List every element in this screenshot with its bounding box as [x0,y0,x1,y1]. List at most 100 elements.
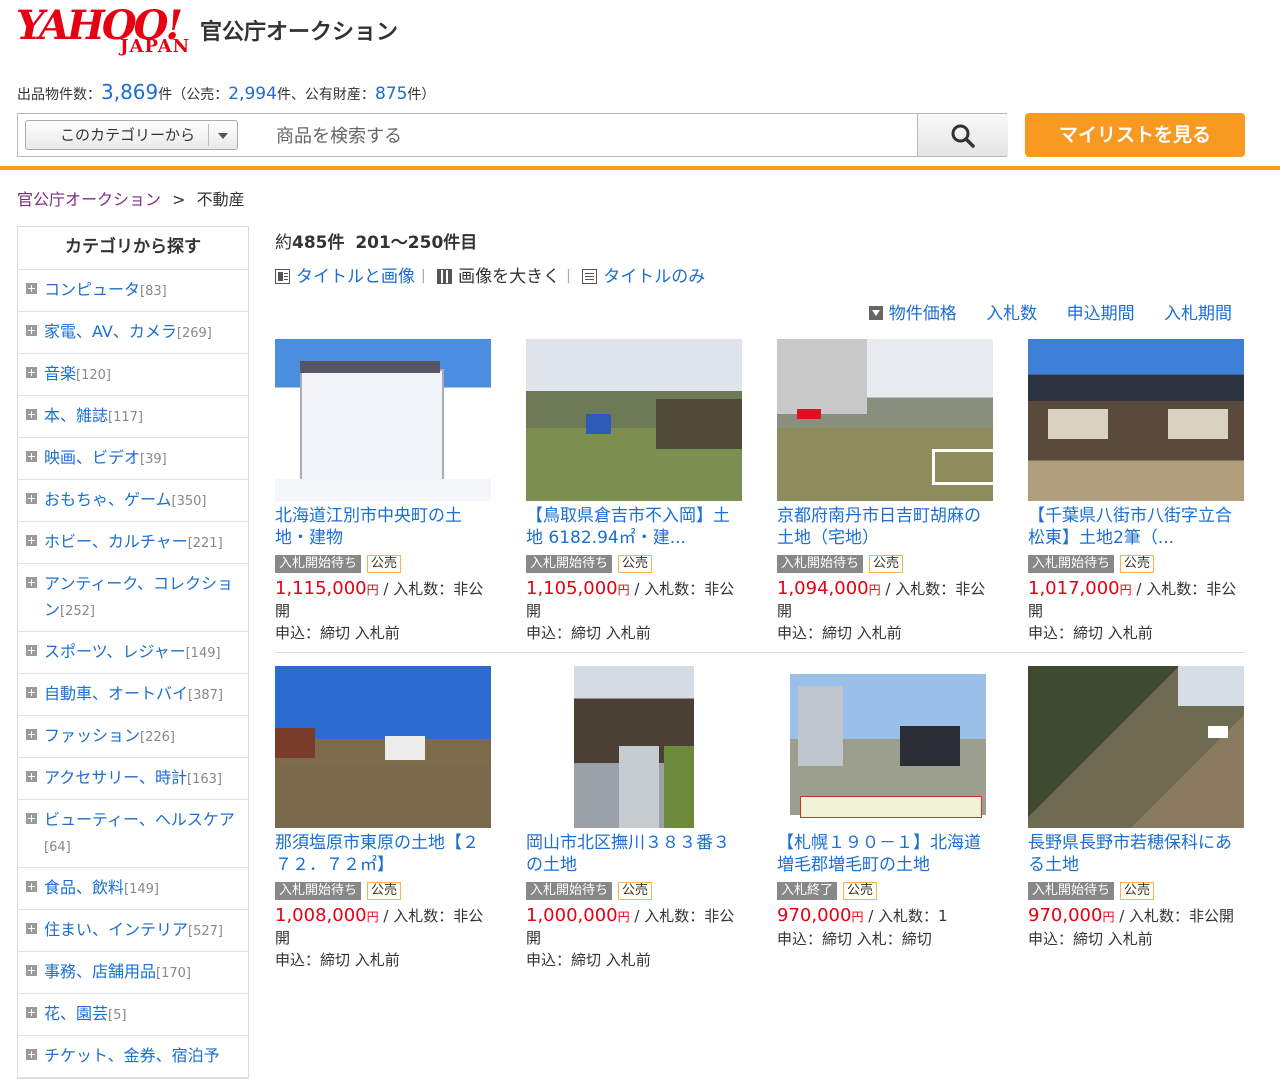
sidebar-category-item[interactable]: 家電、AV、カメラ[269] [18,312,248,354]
sidebar-item-count: [252] [60,604,95,619]
plus-icon [26,283,37,294]
category-select[interactable]: このカテゴリーから [25,120,238,150]
listing-thumbnail[interactable] [526,666,742,828]
sidebar-category-item[interactable]: アンティーク、コレクション[252] [18,564,248,632]
listing-badges: 入札終了 公売 [777,879,993,900]
listing-title-link[interactable]: 北海道江別市中央町の土地・建物 [275,505,491,549]
listing-title-link[interactable]: 那須塩原市東原の土地【２７２．７２㎡】 [275,832,491,876]
listing-thumbnail[interactable] [526,339,742,501]
price-line: 1,115,000円 / 入札数：非公開 [275,578,491,622]
sidebar-category-item[interactable]: ビューティー、ヘルスケア [64] [18,800,248,868]
listing-title-link[interactable]: 京都府南丹市日吉町胡麻の土地（宅地） [777,505,993,549]
view-large-image[interactable]: 画像を大きく [437,262,560,287]
view-title-only-link[interactable]: タイトルのみ [582,262,705,287]
sidebar-category-item[interactable]: 事務、店舗用品[170] [18,952,248,994]
search-button[interactable] [917,114,1008,156]
bid-count: / 入札数：非公開 [1114,907,1235,925]
search-input[interactable] [258,118,928,154]
sort-price-link[interactable]: 物件価格 [868,304,957,324]
listing-thumbnail[interactable] [275,339,491,501]
status-badge: 入札開始待ち [1028,555,1115,573]
sidebar-category-item[interactable]: 本、雑誌[117] [18,396,248,438]
logo-subtext: JAPAN [120,36,191,57]
sidebar-item-label: スポーツ、レジャー [44,642,186,661]
sidebar-item-label: ビューティー、ヘルスケア [44,810,235,829]
sidebar-category-item[interactable]: 花、園芸[5] [18,994,248,1036]
chevron-down-icon [208,124,237,146]
sort-bids-link[interactable]: 入札数 [986,304,1037,324]
listing-price: 970,000 [1028,905,1103,926]
sale-type-badge: 公売 [1120,882,1155,900]
grid-icon [437,269,453,284]
listing-photo [275,666,491,828]
listing-title-link[interactable]: 【千葉県八街市八街字立合松東】土地2筆（... [1028,505,1244,549]
sidebar-category-item[interactable]: 自動車、オートバイ[387] [18,674,248,716]
listing-counts: 出品物件数：3,869件（公売：2,994件、公有財産：875件） [17,80,436,104]
sidebar-item-count: [221] [187,536,223,551]
listing-photo [1028,666,1244,828]
plus-icon [26,923,37,934]
plus-icon [26,1049,37,1060]
listing-photo [275,339,491,501]
listing-thumbnail[interactable] [1028,666,1244,828]
bid-count: / 入札数：1 [863,907,948,925]
listing-card: 長野県長野市若穂保科にある土地 入札開始待ち 公売 970,000円 / 入札数：非公… [1028,666,1244,949]
sidebar-item-label: 映画、ビデオ [44,448,141,467]
listing-thumbnail[interactable] [777,339,993,501]
listing-thumbnail[interactable] [1028,339,1244,501]
sidebar-item-count: [83] [140,284,167,299]
listing-thumbnail[interactable] [275,666,491,828]
price-line: 1,017,000円 / 入札数：非公開 [1028,578,1244,622]
sidebar-category-item[interactable]: ファッション[226] [18,716,248,758]
listing-card: 岡山市北区撫川３８３番３の土地 入札開始待ち 公売 1,000,000円 / 入札数：… [526,666,742,970]
sidebar-category-item[interactable]: アクセサリー、時計[163] [18,758,248,800]
plus-icon [26,325,37,336]
status-badge: 入札開始待ち [275,555,362,573]
status-badge: 入札終了 [777,882,838,900]
listing-photo [790,666,986,828]
listing-title-link[interactable]: 【鳥取県倉吉市不入岡】土地 6182.94㎡・建... [526,505,742,549]
application-status: 申込：締切 入札：締切 [777,930,932,948]
plus-icon [26,535,37,546]
sidebar-item-label: 本、雑誌 [44,406,109,425]
sidebar-category-item[interactable]: ホビー、カルチャー[221] [18,522,248,564]
sidebar-item-count: [117] [108,410,143,425]
listing-price: 1,008,000 [275,905,367,926]
yahoo-japan-logo[interactable]: YAHOO! JAPAN [16,6,192,56]
sidebar-category-item[interactable]: 映画、ビデオ[39] [18,438,248,480]
price-unit: 円 [851,910,864,924]
sale-type-badge: 公売 [618,882,653,900]
sidebar-category-item[interactable]: コンピュータ[83] [18,270,248,312]
listing-badges: 入札開始待ち 公売 [777,552,993,573]
price-unit: 円 [617,910,630,924]
sidebar-category-item[interactable]: 音楽[120] [18,354,248,396]
sort-bar: 物件価格 入札数 申込期間 入札期間 [845,299,1232,324]
sidebar-category-item[interactable]: チケット、金券、宿泊予 [18,1036,248,1078]
sidebar-category-item[interactable]: おもちゃ、ゲーム[350] [18,480,248,522]
sidebar-item-count: [269] [176,326,212,341]
sort-apply-period-link[interactable]: 申込期間 [1067,304,1135,324]
sidebar-category-item[interactable]: 食品、飲料[149] [18,868,248,910]
price-unit: 円 [366,910,379,924]
site-title[interactable]: 官公庁オークション [200,14,398,46]
sidebar-category-item[interactable]: 住まい、インテリア[527] [18,910,248,952]
application-status: 申込：締切 入札前 [1028,624,1153,642]
price-unit: 円 [868,583,881,597]
search-bar: このカテゴリーから [17,113,1008,157]
listing-card: 【鳥取県倉吉市不入岡】土地 6182.94㎡・建... 入札開始待ち 公売 1,105… [526,339,742,643]
sort-bid-period-link[interactable]: 入札期間 [1164,304,1232,324]
sidebar-item-count: [64] [44,840,71,855]
listing-title-link[interactable]: 岡山市北区撫川３８３番３の土地 [526,832,742,876]
sale-type-badge: 公売 [367,882,402,900]
sidebar-title: カテゴリから探す [18,227,248,270]
list-icon [582,269,598,284]
listing-title-link[interactable]: 長野県長野市若穂保科にある土地 [1028,832,1244,876]
sidebar-item-count: [350] [171,494,207,509]
listing-title-link[interactable]: 【札幌１９０－１】北海道増毛郡増毛町の土地 [777,832,993,876]
price-line: 970,000円 / 入札数：1 [777,905,993,928]
listing-thumbnail[interactable] [777,666,993,828]
sidebar-category-item[interactable]: スポーツ、レジャー[149] [18,632,248,674]
breadcrumb-root-link[interactable]: 官公庁オークション [17,190,161,209]
view-title-image-link[interactable]: タイトルと画像 [275,262,415,287]
mylist-button[interactable]: マイリストを見る [1025,113,1245,157]
